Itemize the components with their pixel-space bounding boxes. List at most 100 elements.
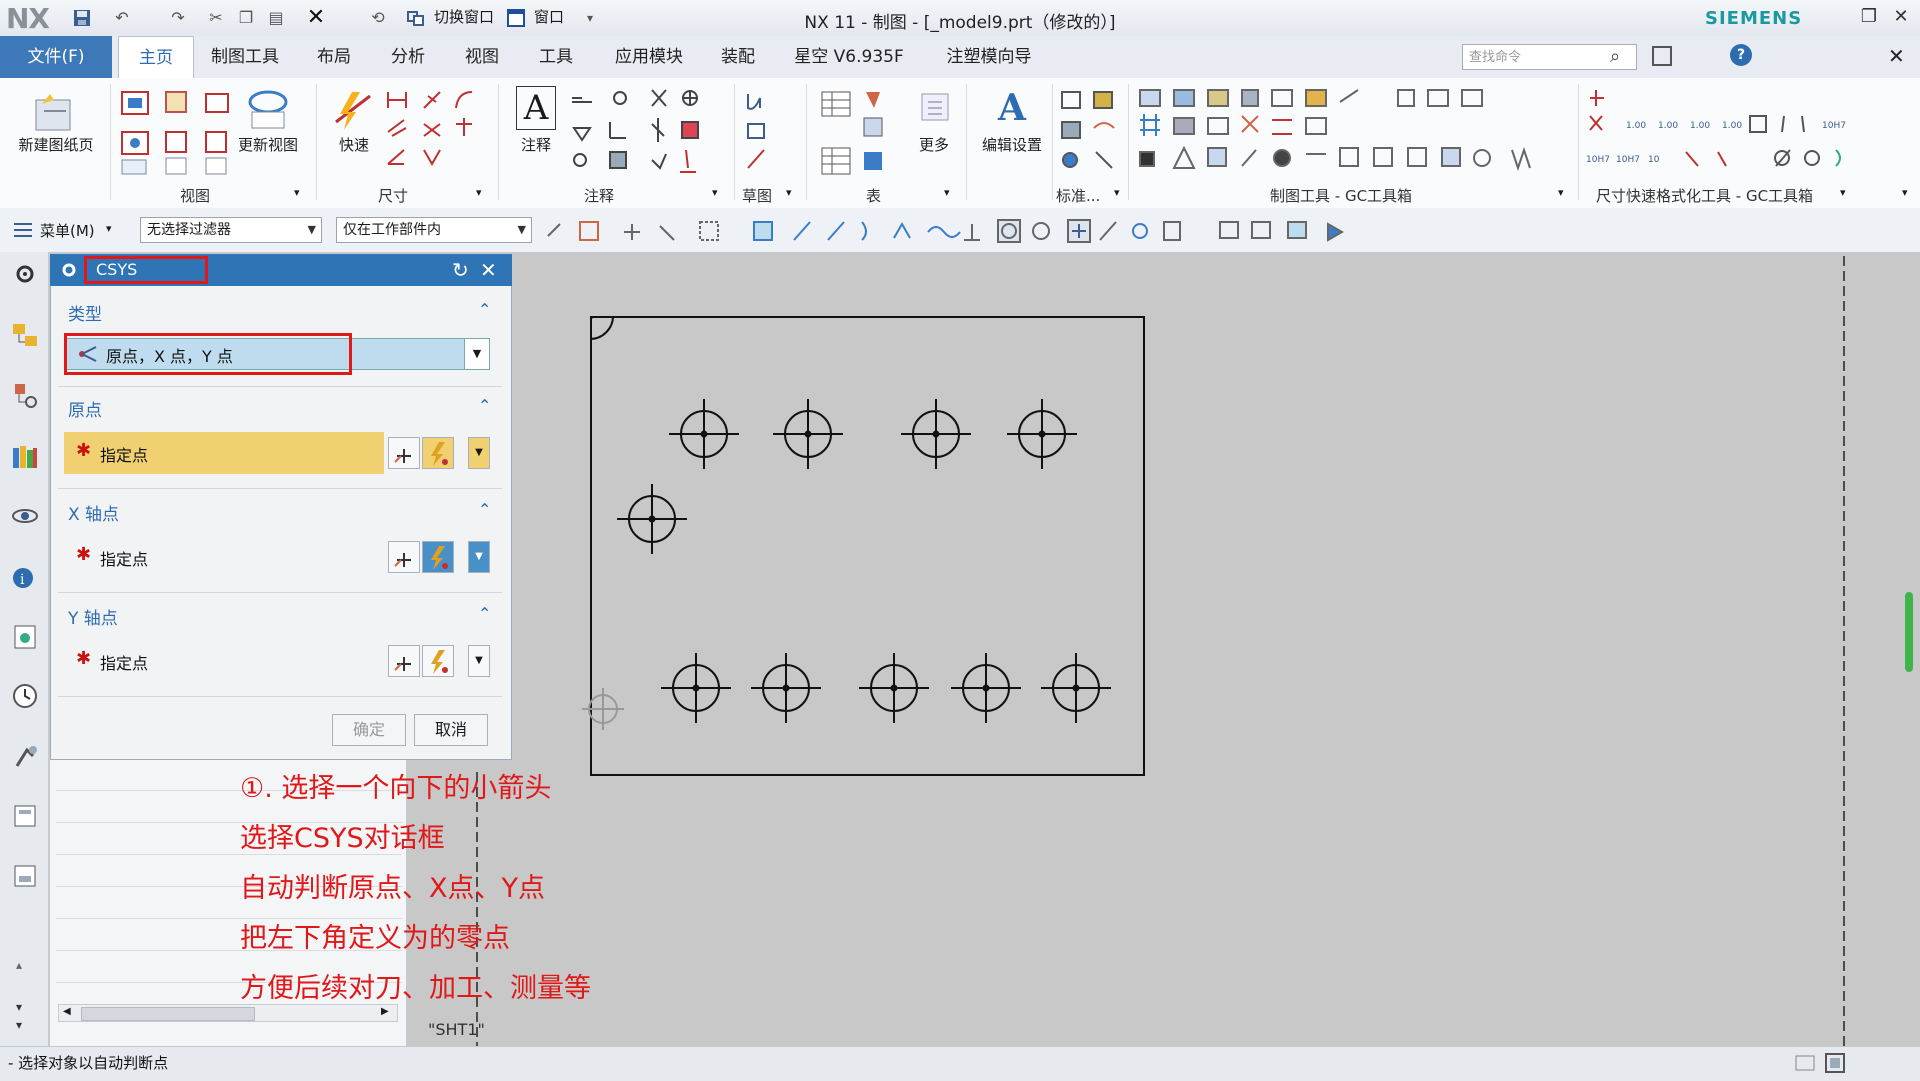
annotation-tools-icons[interactable] <box>570 88 700 178</box>
group-sketch-label: 草图 <box>742 187 773 205</box>
tab-analysis[interactable]: 分析 <box>380 36 436 78</box>
section-y-axis-title[interactable]: Y 轴点 <box>68 604 118 629</box>
selection-scope-select[interactable]: 仅在工作部件内 ▼ <box>336 217 532 243</box>
hole-marker <box>750 652 822 724</box>
chevron-down-icon[interactable]: ▾ <box>476 186 482 199</box>
new-sheet-icon[interactable] <box>32 90 76 134</box>
chevron-down-icon[interactable]: ▾ <box>1840 186 1846 199</box>
chevron-down-icon[interactable]: ▾ <box>712 186 718 199</box>
restore-icon[interactable]: ❐ <box>1858 6 1880 28</box>
chevron-down-icon[interactable]: ▾ <box>1114 186 1120 199</box>
svg-text:1.00: 1.00 <box>1658 121 1678 131</box>
sketch-tools-icons[interactable] <box>744 88 784 178</box>
chevron-down-icon[interactable]: ▾ <box>106 222 112 235</box>
snap-point-icons[interactable] <box>544 218 1424 244</box>
assembly-navigator-icon[interactable] <box>11 322 39 350</box>
ribbon-options-icon[interactable]: ▾ <box>1902 186 1908 199</box>
scroll-left-icon[interactable]: ◀ <box>63 1006 71 1017</box>
tab-assembly[interactable]: 装配 <box>710 36 766 78</box>
section-origin-title[interactable]: 原点 <box>68 396 102 421</box>
hole-marker <box>772 398 844 470</box>
tab-home[interactable]: 主页 <box>118 36 194 80</box>
standard-tools-icons[interactable] <box>1058 88 1118 178</box>
siemens-logo: SIEMENS <box>1705 8 1803 29</box>
menu-button[interactable]: 菜单(M) <box>40 220 95 241</box>
group-gc-drafting-tools-label: 制图工具 - GC工具箱 <box>1270 187 1413 205</box>
chevron-down-icon[interactable]: ▾ <box>294 186 300 199</box>
chevron-down-icon[interactable]: ▾ <box>786 186 792 199</box>
scrollbar-thumb[interactable] <box>81 1007 255 1021</box>
section-type-title[interactable]: 类型 <box>68 300 102 325</box>
annotation-note: 自动判断原点、X点、Y点 <box>240 873 545 904</box>
file-tab[interactable]: 文件(F) <box>0 36 112 78</box>
web-browser-icon[interactable] <box>11 622 39 650</box>
info-icon[interactable]: i <box>11 562 39 590</box>
chevron-down-icon[interactable]: ▾ <box>16 1018 22 1032</box>
note-icon[interactable]: A <box>516 86 556 130</box>
rapid-dimension-label[interactable]: 快速 <box>332 134 376 155</box>
chevron-up-icon[interactable]: ▴ <box>16 958 22 972</box>
part-navigator-icon[interactable] <box>11 382 39 410</box>
close-window-icon[interactable]: ✕ <box>1890 6 1912 28</box>
ok-button[interactable]: 确定 <box>332 714 406 746</box>
tab-layout[interactable]: 布局 <box>306 36 362 78</box>
resource-bar: i ▴ ▾ ▾ <box>0 252 49 1046</box>
full-screen-icon[interactable] <box>1824 1052 1846 1074</box>
annotation-note: 把左下角定义为的零点 <box>240 923 510 954</box>
history-icon[interactable] <box>11 682 39 710</box>
highlight-box <box>84 256 208 284</box>
close-part-icon[interactable]: ✕ <box>1888 44 1905 68</box>
system-scene-icon[interactable] <box>11 862 39 890</box>
rapid-dimension-icon[interactable] <box>330 86 376 132</box>
scroll-right-icon[interactable]: ▶ <box>381 1006 389 1017</box>
crosshair-cursor-icon <box>582 688 624 730</box>
x-axis-specify-point-label[interactable]: 指定点 <box>100 546 148 570</box>
status-tool-icon[interactable] <box>1794 1052 1816 1074</box>
roles-icon[interactable] <box>11 802 39 830</box>
origin-specify-point-label: 指定点 <box>100 446 149 465</box>
edit-settings-icon[interactable]: A <box>990 86 1034 130</box>
dimension-tools-icons[interactable] <box>384 88 474 178</box>
chevron-down-icon[interactable]: ▾ <box>944 186 950 199</box>
process-studio-icon[interactable] <box>11 742 39 770</box>
tab-drafting-tools[interactable]: 制图工具 <box>200 36 290 78</box>
visual-navigator-icon[interactable] <box>11 502 39 530</box>
type-filter-select[interactable]: 无选择过滤器 ▼ <box>140 217 322 243</box>
table-tools-icons[interactable] <box>820 88 890 178</box>
gc-drafting-tools-icons[interactable] <box>1136 86 1576 178</box>
status-bar <box>0 1046 1920 1081</box>
search-icon[interactable]: ⌕ <box>1610 46 1620 67</box>
group-standard-label: 标准... <box>1056 187 1101 205</box>
tab-view[interactable]: 视图 <box>454 36 510 78</box>
tab-xingkong[interactable]: 星空 V6.935F <box>784 36 914 78</box>
chevron-down-icon[interactable]: ▾ <box>1558 186 1564 199</box>
more-icon[interactable] <box>918 90 952 124</box>
reuse-library-icon[interactable] <box>11 442 39 470</box>
gear-icon[interactable] <box>11 260 39 288</box>
edit-settings-label[interactable]: 编辑设置 <box>970 134 1054 155</box>
note-label[interactable]: 注释 <box>512 134 560 155</box>
horizontal-scrollbar[interactable]: ◀ ▶ <box>58 1004 398 1022</box>
tab-tools[interactable]: 工具 <box>528 36 584 78</box>
update-view-label[interactable]: 更新视图 <box>228 134 308 155</box>
window-layout-icon[interactable] <box>1652 46 1672 66</box>
svg-text:i: i <box>20 572 25 588</box>
update-view-icon[interactable] <box>246 88 290 132</box>
new-sheet-label[interactable]: 新建图纸页 <box>10 134 102 155</box>
group-gc-dimension-format-label: 尺寸快速格式化工具 - GC工具箱 <box>1596 187 1814 205</box>
section-x-axis-title[interactable]: X 轴点 <box>68 500 119 525</box>
tab-mold-wizard[interactable]: 注塑模向导 <box>934 36 1044 78</box>
svg-text:10H7: 10H7 <box>1586 155 1610 165</box>
svg-text:10H7: 10H7 <box>1616 155 1640 165</box>
selection-bar: 菜单(M) ▾ 无选择过滤器 ▼ 仅在工作部件内 ▼ <box>0 208 1920 253</box>
annotation-note: 方便后续对刀、加工、测量等 <box>240 973 591 1004</box>
more-label[interactable]: 更多 <box>910 134 958 155</box>
y-axis-specify-point-label[interactable]: 指定点 <box>100 650 148 674</box>
ribbon: 新建图纸页 更新视图 视图 ▾ 快速 尺寸 ▾ A 注释 注释 ▾ 草图 ▾ 更… <box>0 78 1920 209</box>
gc-dimension-format-icons[interactable]: 1.00 1.00 1.00 1.00 10H7 10H7 10H7 10 <box>1586 86 1856 178</box>
help-icon[interactable]: ? <box>1730 44 1752 66</box>
tab-application[interactable]: 应用模块 <box>604 36 694 78</box>
hole-marker <box>668 398 740 470</box>
chevron-down-icon[interactable]: ▾ <box>16 1000 22 1014</box>
menu-icon[interactable] <box>12 220 34 240</box>
